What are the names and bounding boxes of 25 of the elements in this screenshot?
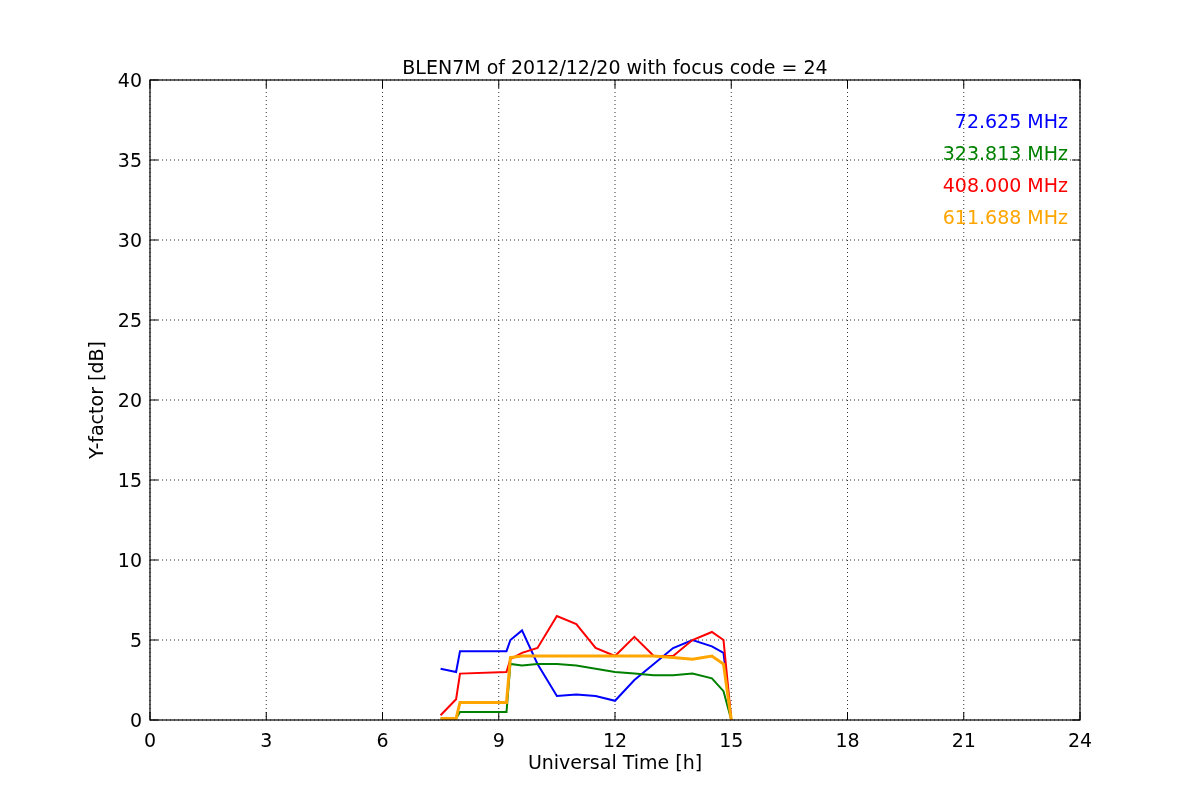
tick-label: 6 bbox=[376, 729, 389, 751]
tick-label: 18 bbox=[835, 729, 860, 751]
legend-label: 72.625 MHz bbox=[954, 110, 1068, 132]
tick-label: 15 bbox=[719, 729, 744, 751]
tick-label: 40 bbox=[117, 69, 142, 91]
chart-title: BLEN7M of 2012/12/20 with focus code = 24 bbox=[402, 56, 828, 78]
legend-label: 611.688 MHz bbox=[942, 206, 1068, 228]
tick-label: 24 bbox=[1067, 729, 1093, 751]
tick-label: 25 bbox=[117, 309, 142, 331]
tick-label: 10 bbox=[117, 549, 142, 571]
axis-label: Y-factor [dB] bbox=[85, 341, 107, 459]
tick-label: 12 bbox=[602, 729, 628, 751]
tick-label: 21 bbox=[951, 729, 976, 751]
axis-label: Universal Time [h] bbox=[527, 751, 703, 773]
tick-label: 20 bbox=[117, 389, 142, 411]
tick-label: 9 bbox=[492, 729, 505, 751]
tick-label: 30 bbox=[117, 229, 142, 251]
tick-label: 35 bbox=[117, 149, 142, 171]
tick-label: 3 bbox=[260, 729, 273, 751]
tick-label: 15 bbox=[117, 469, 142, 491]
legend-label: 408.000 MHz bbox=[942, 174, 1068, 196]
legend-label: 323.813 MHz bbox=[942, 142, 1068, 164]
tick-label: 5 bbox=[129, 629, 142, 651]
tick-label: 0 bbox=[129, 709, 142, 731]
tick-label: 0 bbox=[143, 729, 157, 751]
